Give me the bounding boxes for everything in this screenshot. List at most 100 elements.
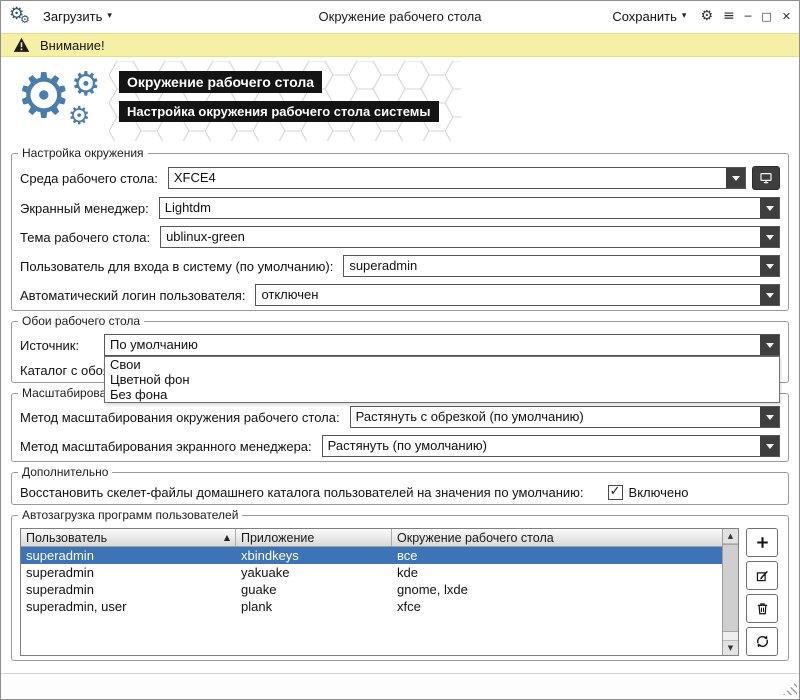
- app-logo-icon: ⚙ ⚙: [9, 5, 33, 27]
- combo-default-login-user[interactable]: superadmin: [343, 255, 780, 277]
- combo-dropdown-button[interactable]: [760, 407, 779, 427]
- combo-value: superadmin: [344, 256, 760, 276]
- table-row[interactable]: superadmin xbindkeys все: [21, 547, 722, 564]
- combo-desktop-scaling-method[interactable]: Растянуть с обрезкой (по умолчанию): [350, 406, 780, 428]
- scroll-up-button[interactable]: ▲: [723, 529, 738, 544]
- statusbar: [1, 673, 799, 697]
- field-row: Автоматический логин пользователя: отклю…: [20, 284, 780, 306]
- combo-dropdown-button[interactable]: [760, 198, 779, 218]
- cell-user: superadmin: [21, 565, 236, 580]
- combo-dropdown-button[interactable]: [726, 168, 745, 188]
- chevron-down-icon: ▾: [682, 11, 687, 21]
- group-additional: Дополнительно Восстановить скелет-файлы …: [11, 472, 789, 505]
- combo-desktop-theme[interactable]: ublinux-green: [160, 226, 780, 248]
- table-row[interactable]: superadmin guake gnome, lxde: [21, 581, 722, 598]
- field-label: Автоматический логин пользователя:: [20, 288, 245, 303]
- gear-icon: ⚙: [68, 103, 90, 128]
- warning-banner: Внимание!: [1, 33, 799, 57]
- combo-value: По умолчанию: [105, 335, 760, 355]
- group-title: Обои рабочего стола: [18, 314, 144, 329]
- vertical-scrollbar[interactable]: ▲ ▼: [722, 529, 738, 655]
- column-header-environment[interactable]: Окружение рабочего стола: [392, 529, 722, 546]
- field-row: Тема рабочего стола: ublinux-green: [20, 226, 780, 248]
- close-button[interactable]: ✕: [782, 11, 791, 22]
- table-action-buttons: [746, 528, 780, 656]
- combo-value: ublinux-green: [161, 227, 760, 247]
- dropdown-option[interactable]: Без фона: [105, 387, 779, 402]
- field-row: Пользователь для входа в систему (по умо…: [20, 255, 780, 277]
- minimize-button[interactable]: ─: [745, 11, 752, 22]
- autostart-table-area: Пользователь ▲ Приложение Окружение рабо…: [20, 528, 780, 656]
- combo-dropdown-button[interactable]: [760, 285, 779, 305]
- header-badges: Окружение рабочего стола Настройка окруж…: [119, 71, 439, 122]
- load-button[interactable]: Загрузить ▾: [39, 7, 116, 26]
- table-row[interactable]: superadmin, user plank xfce: [21, 598, 722, 615]
- save-button[interactable]: Сохранить ▾: [608, 7, 690, 26]
- gear-icon: ⚙: [20, 14, 30, 25]
- titlebar-left: ⚙ ⚙ Загрузить ▾: [9, 5, 209, 27]
- content: Настройка окружения Среда рабочего стола…: [1, 143, 799, 673]
- cell-environment: gnome, lxde: [392, 582, 722, 597]
- window-title: Окружение рабочего стола: [209, 9, 591, 24]
- gear-icon: ⚙: [71, 67, 101, 100]
- combo-dropdown-button[interactable]: [760, 335, 779, 355]
- combo-display-manager[interactable]: Lightdm: [159, 197, 780, 219]
- warning-icon: [13, 37, 30, 53]
- combo-dropdown-button[interactable]: [760, 436, 779, 456]
- column-header-user[interactable]: Пользователь ▲: [21, 529, 236, 546]
- cell-environment: все: [392, 548, 722, 563]
- combo-dropdown-button[interactable]: [760, 256, 779, 276]
- combo-dropdown-button[interactable]: [760, 227, 779, 247]
- column-label: Пользователь: [26, 531, 107, 545]
- add-button[interactable]: [746, 528, 778, 557]
- refresh-icon: [755, 634, 770, 649]
- scroll-down-button[interactable]: ▼: [723, 640, 738, 655]
- combo-value: Растянуть с обрезкой (по умолчанию): [351, 407, 760, 427]
- check-icon: ✓: [610, 485, 621, 498]
- resize-grip[interactable]: [783, 681, 797, 695]
- restore-skel-checkbox[interactable]: ✓: [608, 485, 623, 500]
- refresh-button[interactable]: [746, 627, 778, 656]
- column-label: Окружение рабочего стола: [397, 531, 554, 545]
- warning-text: Внимание!: [40, 38, 105, 53]
- page-subtitle: Настройка окружения рабочего стола систе…: [119, 101, 439, 122]
- dropdown-option[interactable]: Цветной фон: [105, 372, 779, 387]
- combo-wallpaper-source[interactable]: По умолчанию Свои Цветной фон Без фона: [104, 334, 780, 356]
- maximize-button[interactable]: □: [761, 11, 771, 22]
- group-title: Автозагрузка программ пользователей: [18, 508, 242, 523]
- app-big-logo: ⚙ ⚙ ⚙: [19, 61, 113, 141]
- combo-desktop-environment[interactable]: XFCE4: [168, 167, 746, 189]
- field-row: Экранный менеджер: Lightdm: [20, 197, 780, 219]
- monitor-icon: [759, 171, 773, 185]
- dropdown-option[interactable]: Свои: [105, 357, 779, 372]
- menu-icon[interactable]: ≡: [723, 9, 735, 23]
- group-environment-settings: Настройка окружения Среда рабочего стола…: [11, 153, 789, 311]
- autostart-table: Пользователь ▲ Приложение Окружение рабо…: [20, 528, 739, 656]
- delete-button[interactable]: [746, 594, 778, 623]
- cell-environment: xfce: [392, 599, 722, 614]
- field-row: Источник: По умолчанию Свои Цветной фон …: [20, 334, 780, 356]
- cell-user: superadmin: [21, 548, 236, 563]
- settings-gear-icon[interactable]: ⚙: [700, 9, 713, 23]
- env-extra-button[interactable]: [752, 166, 780, 190]
- gear-icon: ⚙: [16, 65, 72, 127]
- cell-application: yakuake: [236, 565, 392, 580]
- column-header-application[interactable]: Приложение: [236, 529, 392, 546]
- trash-icon: [755, 601, 770, 616]
- field-label: Пользователь для входа в систему (по умо…: [20, 259, 333, 274]
- table-row[interactable]: superadmin yakuake kde: [21, 564, 722, 581]
- scrollbar-thumb[interactable]: [723, 544, 738, 632]
- field-row: Среда рабочего стола: XFCE4: [20, 166, 780, 190]
- app-window: ⚙ ⚙ Загрузить ▾ Окружение рабочего стола…: [0, 0, 800, 700]
- group-title: Дополнительно: [18, 465, 112, 480]
- titlebar-right: Сохранить ▾ ⚙ ≡ ─ □ ✕: [591, 7, 791, 26]
- page-header: ⚙ ⚙ ⚙ Окружение рабочего стола Настройка…: [11, 59, 789, 143]
- group-autostart: Автозагрузка программ пользователей Поль…: [11, 515, 789, 661]
- edit-button[interactable]: [746, 561, 778, 590]
- sort-ascending-icon: ▲: [224, 533, 230, 542]
- table-header: Пользователь ▲ Приложение Окружение рабо…: [21, 529, 722, 547]
- combo-dm-scaling-method[interactable]: Растянуть (по умолчанию): [322, 435, 780, 457]
- cell-environment: kde: [392, 565, 722, 580]
- combo-autologin[interactable]: отключен: [255, 284, 780, 306]
- plus-icon: [755, 535, 770, 550]
